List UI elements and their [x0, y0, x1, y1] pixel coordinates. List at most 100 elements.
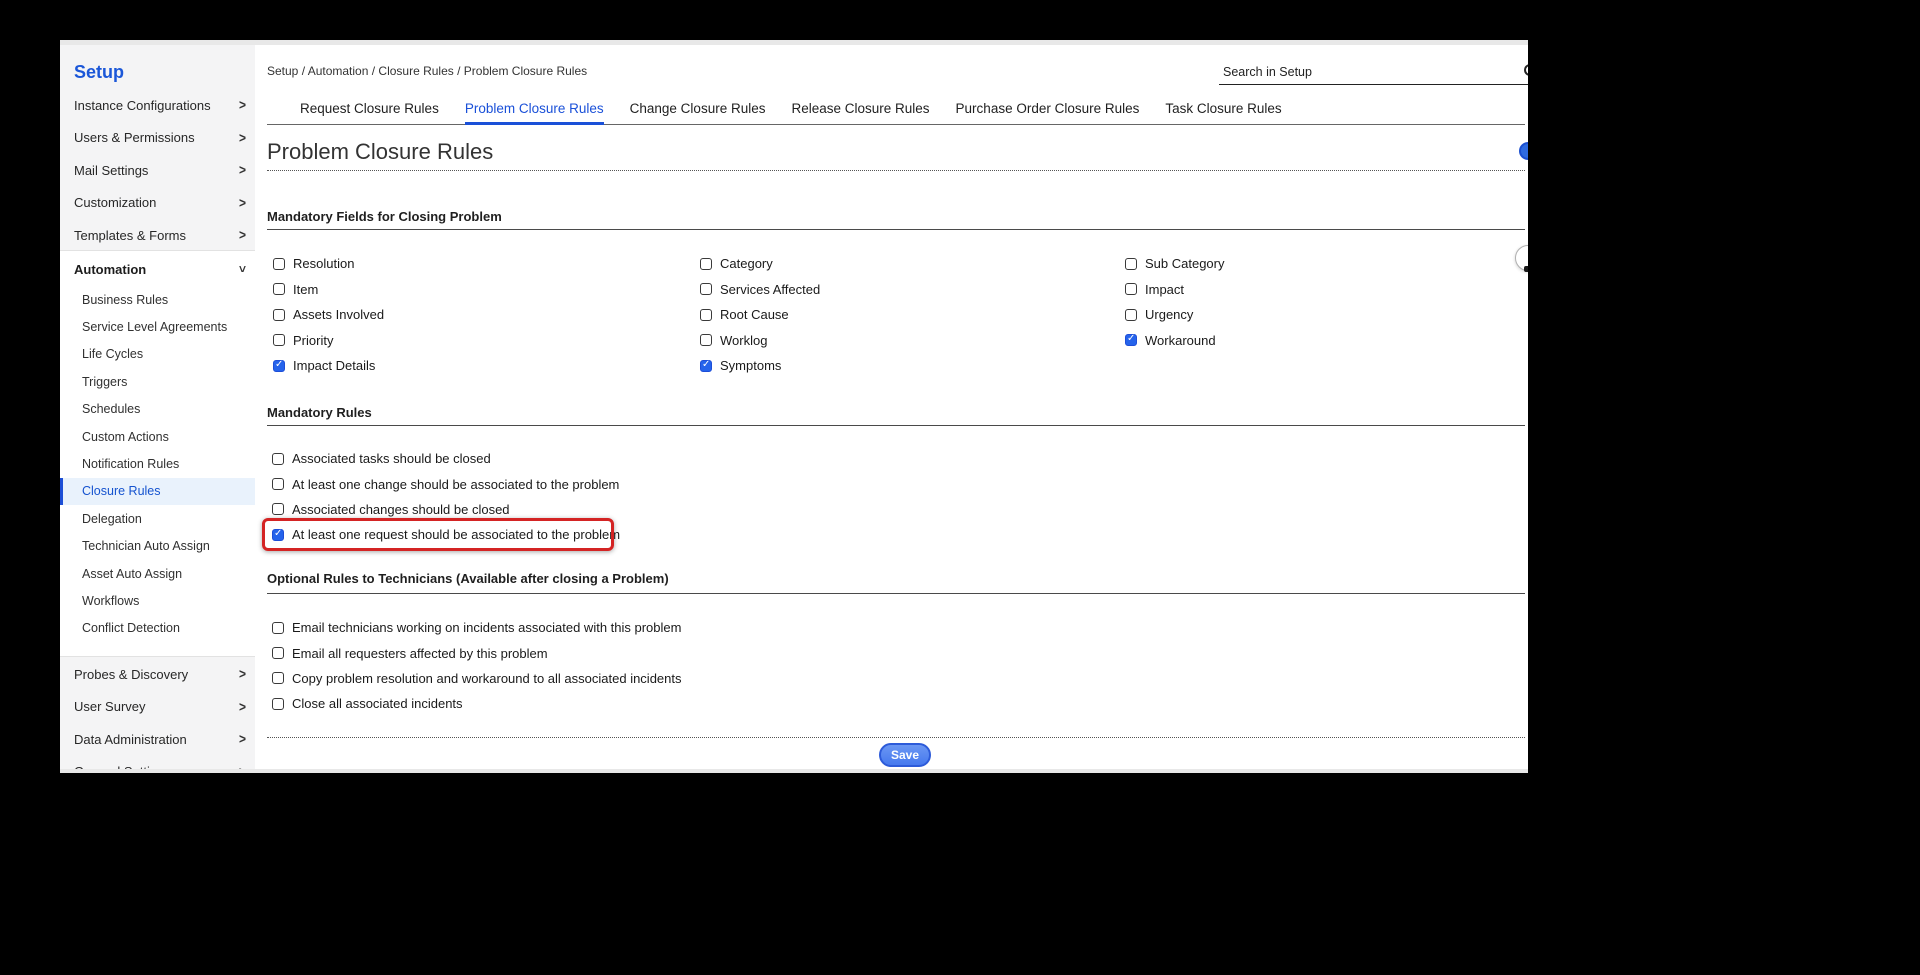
sidebar-sub-item[interactable]: Life Cycles [60, 341, 255, 368]
checkbox[interactable] [273, 258, 285, 270]
checkbox-row[interactable]: Impact Details [273, 353, 384, 379]
checkbox[interactable] [700, 283, 712, 295]
checkbox-label: Worklog [720, 333, 767, 348]
sidebar-sub-item[interactable]: Delegation [60, 505, 255, 532]
checkbox-row[interactable]: At least one request should be associate… [272, 522, 620, 547]
checkbox-row[interactable]: Email technicians working on incidents a… [272, 615, 682, 640]
tab[interactable]: Change Closure Rules [630, 92, 766, 124]
checkbox-row[interactable]: Services Affected [700, 277, 820, 303]
checkbox[interactable] [272, 622, 284, 634]
sidebar-sub-item[interactable]: Notification Rules [60, 450, 255, 477]
optional-rules-heading: Optional Rules to Technicians (Available… [267, 571, 669, 586]
checkbox[interactable] [700, 360, 712, 372]
sidebar-item[interactable]: Templates & Forms > [60, 219, 255, 252]
fields-column-3: Sub Category Impact Urgency Workaround [1125, 251, 1225, 353]
sidebar-item[interactable]: User Survey > [60, 691, 255, 724]
checkbox[interactable] [700, 309, 712, 321]
sidebar-item[interactable]: Instance Configurations > [60, 89, 255, 122]
sidebar-sub-item[interactable]: Conflict Detection [60, 615, 255, 642]
sidebar-sub-item[interactable]: Triggers [60, 368, 255, 395]
checkbox-row[interactable]: Associated changes should be closed [272, 497, 620, 522]
checkbox-row[interactable]: Impact [1125, 277, 1225, 303]
checkbox-label: Resolution [293, 256, 354, 271]
setup-window: Setup Instance Configurations > Users & … [60, 40, 1528, 773]
checkbox-row[interactable]: Copy problem resolution and workaround t… [272, 666, 682, 691]
checkbox[interactable] [272, 672, 284, 684]
checkbox-row[interactable]: Assets Involved [273, 302, 384, 328]
sidebar-sub-item[interactable]: Closure Rules [60, 478, 255, 505]
footer-divider [267, 737, 1525, 738]
checkbox-row[interactable]: Associated tasks should be closed [272, 446, 620, 471]
checkbox-label: Impact [1145, 282, 1184, 297]
checkbox[interactable] [700, 334, 712, 346]
sidebar-item[interactable]: Mail Settings > [60, 154, 255, 187]
sidebar-item[interactable]: Probes & Discovery > [60, 658, 255, 691]
tab-label: Task Closure Rules [1165, 101, 1281, 116]
breadcrumb[interactable]: Setup / Automation / Closure Rules / Pro… [267, 64, 587, 78]
tab[interactable]: Release Closure Rules [791, 92, 929, 124]
checkbox-row[interactable]: Root Cause [700, 302, 820, 328]
checkbox-row[interactable]: Priority [273, 328, 384, 354]
checkbox-row[interactable]: Sub Category [1125, 251, 1225, 277]
sidebar-sub-item[interactable]: Custom Actions [60, 423, 255, 450]
checkbox-row[interactable]: Workaround [1125, 328, 1225, 354]
checkbox[interactable] [273, 283, 285, 295]
checkbox-row[interactable]: Category [700, 251, 820, 277]
checkbox[interactable] [1125, 258, 1137, 270]
chevron-down-icon: > [235, 265, 249, 272]
checkbox[interactable] [272, 503, 284, 515]
checkbox[interactable] [1125, 309, 1137, 321]
checkbox-row[interactable]: Worklog [700, 328, 820, 354]
checkbox[interactable] [273, 309, 285, 321]
sidebar-sub-item[interactable]: Asset Auto Assign [60, 560, 255, 587]
checkbox[interactable] [273, 360, 285, 372]
sidebar-sub-item-label: Notification Rules [82, 457, 179, 471]
sidebar-sub-item-label: Custom Actions [82, 430, 169, 444]
floating-edge-button-icon [1524, 266, 1528, 272]
chevron-right-icon: > [239, 699, 246, 715]
checkbox[interactable] [1125, 334, 1137, 346]
sidebar-sub-item[interactable]: Service Level Agreements [60, 313, 255, 340]
sidebar-sub-item[interactable]: Technician Auto Assign [60, 533, 255, 560]
checkbox[interactable] [1125, 283, 1137, 295]
chevron-right-icon: > [239, 731, 246, 747]
tab[interactable]: Task Closure Rules [1165, 92, 1281, 124]
sidebar-item[interactable]: Users & Permissions > [60, 122, 255, 155]
sidebar-sub-item-label: Asset Auto Assign [82, 567, 182, 581]
checkbox[interactable] [273, 334, 285, 346]
sidebar-item-automation[interactable]: Automation > [60, 252, 255, 286]
search-input[interactable] [1219, 60, 1528, 85]
checkbox-row[interactable]: Close all associated incidents [272, 691, 682, 716]
tab[interactable]: Purchase Order Closure Rules [956, 92, 1140, 124]
mandatory-rules-divider [267, 425, 1525, 426]
checkbox[interactable] [272, 647, 284, 659]
checkbox-row[interactable]: Item [273, 277, 384, 303]
checkbox-label: Root Cause [720, 307, 789, 322]
sidebar-item[interactable]: Data Administration > [60, 723, 255, 756]
setup-sidebar: Setup Instance Configurations > Users & … [60, 40, 255, 773]
checkbox-row[interactable]: Urgency [1125, 302, 1225, 328]
checkbox[interactable] [272, 529, 284, 541]
sidebar-item[interactable]: Customization > [60, 187, 255, 220]
checkbox-row[interactable]: Symptoms [700, 353, 820, 379]
sidebar-item-label: Automation [74, 262, 146, 277]
save-button[interactable]: Save [879, 743, 931, 767]
checkbox[interactable] [272, 453, 284, 465]
sidebar-sub-item-label: Triggers [82, 375, 127, 389]
checkbox[interactable] [272, 698, 284, 710]
tab[interactable]: Problem Closure Rules [465, 92, 604, 124]
sidebar-sub-item[interactable]: Schedules [60, 396, 255, 423]
sidebar-sub-item[interactable]: Business Rules [60, 286, 255, 313]
chevron-right-icon: > [239, 162, 246, 178]
checkbox-row[interactable]: At least one change should be associated… [272, 471, 620, 496]
sidebar-sub-item[interactable]: Workflows [60, 587, 255, 614]
optional-rules-list: Email technicians working on incidents a… [272, 615, 682, 717]
checkbox-row[interactable]: Resolution [273, 251, 384, 277]
checkbox-row[interactable]: Email all requesters affected by this pr… [272, 640, 682, 665]
sidebar-item-label: Instance Configurations [74, 98, 211, 113]
help-circle-button[interactable] [1519, 142, 1528, 160]
checkbox[interactable] [700, 258, 712, 270]
checkbox-label: Impact Details [293, 358, 375, 373]
checkbox[interactable] [272, 478, 284, 490]
tab[interactable]: Request Closure Rules [300, 92, 439, 124]
